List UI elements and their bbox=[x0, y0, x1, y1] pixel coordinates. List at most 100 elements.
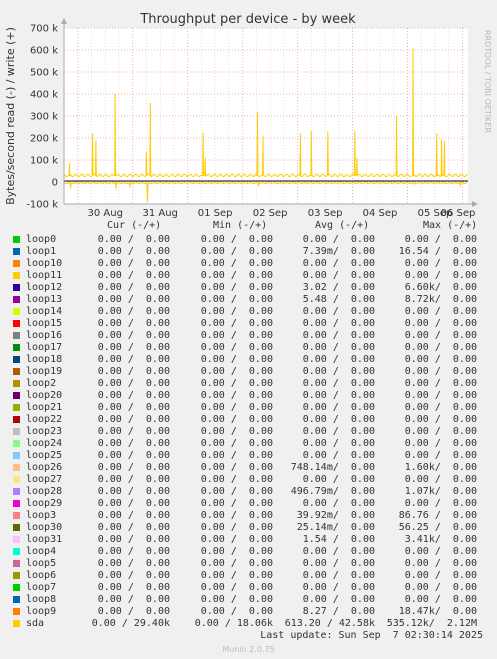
legend-max-value: 0.00 / 0.00 bbox=[404, 354, 477, 365]
rrdtool-side-label: RRDTOOL / TOBI OETIKER bbox=[483, 30, 492, 133]
legend-device-name: loop10 bbox=[26, 258, 63, 269]
legend-max-value: 0.00 / 0.00 bbox=[404, 306, 477, 317]
legend-min-value: 0.00 / 0.00 bbox=[200, 282, 273, 293]
legend-avg-value: 39.92m/ 0.00 bbox=[296, 510, 375, 521]
legend-row: loop0 0.00 / 0.00 0.00 / 0.00 0.00 / 0.00 0.… bbox=[0, 234, 497, 246]
legend-cur-value: 0.00 / 0.00 bbox=[97, 498, 170, 509]
legend-min-value: 0.00 / 0.00 bbox=[200, 402, 273, 413]
legend-swatch bbox=[13, 620, 20, 627]
throughput-chart: Throughput per device - by week RRDTOOL … bbox=[4, 12, 492, 219]
legend-swatch bbox=[13, 536, 20, 543]
legend-swatch bbox=[13, 236, 20, 243]
legend-min-value: 0.00 / 0.00 bbox=[200, 258, 273, 269]
legend-device-name: loop4 bbox=[26, 546, 57, 557]
legend-swatch bbox=[13, 260, 20, 267]
legend-max-value: 86.76 / 0.00 bbox=[398, 510, 477, 521]
legend-min-value: 0.00 / 0.00 bbox=[200, 594, 273, 605]
legend-max-value: 3.41k/ 0.00 bbox=[404, 534, 477, 545]
legend-max-value: 0.00 / 0.00 bbox=[404, 582, 477, 593]
x-tick-label: 30 Aug bbox=[88, 208, 123, 219]
legend-min-value: 0.00 / 0.00 bbox=[200, 354, 273, 365]
legend-max-value: 0.00 / 0.00 bbox=[404, 378, 477, 389]
last-update: Last update: Sun Sep 7 02:30:14 2025 bbox=[260, 630, 483, 641]
legend-max-value: 0.00 / 0.00 bbox=[404, 558, 477, 569]
legend-min-value: 0.00 / 0.00 bbox=[200, 558, 273, 569]
legend-row: loop6 0.00 / 0.00 0.00 / 0.00 0.00 / 0.00 0.… bbox=[0, 570, 497, 582]
legend-max-value: 8.72k/ 0.00 bbox=[404, 294, 477, 305]
legend-min-value: 0.00 / 0.00 bbox=[200, 366, 273, 377]
legend-row: loop16 0.00 / 0.00 0.00 / 0.00 0.00 / 0.00 0… bbox=[0, 330, 497, 342]
legend-min-value: 0.00 / 0.00 bbox=[200, 606, 273, 617]
legend-max-value: 0.00 / 0.00 bbox=[404, 330, 477, 341]
y-tick-label: 600 k bbox=[30, 46, 58, 57]
legend-cur-value: 0.00 / 0.00 bbox=[97, 534, 170, 545]
legend-avg-value: 0.00 / 0.00 bbox=[302, 414, 375, 425]
legend-row: sda 0.00 / 29.40k 0.00 / 18.06k 613.20 / 42… bbox=[0, 618, 497, 630]
legend-avg-value: 0.00 / 0.00 bbox=[302, 378, 375, 389]
legend-device-name: loop8 bbox=[26, 594, 57, 605]
legend-row: loop12 0.00 / 0.00 0.00 / 0.00 3.02 / 0.00 6… bbox=[0, 282, 497, 294]
legend-max-value: 0.00 / 0.00 bbox=[404, 546, 477, 557]
y-tick-label: 500 k bbox=[30, 68, 58, 79]
legend-cur-value: 0.00 / 0.00 bbox=[97, 342, 170, 353]
legend-min-value: 0.00 / 0.00 bbox=[200, 330, 273, 341]
legend-table: loop0 0.00 / 0.00 0.00 / 0.00 0.00 / 0.00 0.… bbox=[0, 234, 497, 630]
legend-cur-value: 0.00 / 0.00 bbox=[97, 258, 170, 269]
legend-device-name: loop20 bbox=[26, 390, 63, 401]
legend-avg-value: 25.14m/ 0.00 bbox=[296, 522, 375, 533]
legend-cur-value: 0.00 / 0.00 bbox=[97, 462, 170, 473]
legend-avg-value: 748.14m/ 0.00 bbox=[290, 462, 375, 473]
y-tick-label: 700 k bbox=[30, 24, 58, 35]
legend-cur-value: 0.00 / 0.00 bbox=[97, 558, 170, 569]
legend-min-value: 0.00 / 0.00 bbox=[200, 378, 273, 389]
legend-min-value: 0.00 / 0.00 bbox=[200, 474, 273, 485]
legend-row: loop17 0.00 / 0.00 0.00 / 0.00 0.00 / 0.00 0… bbox=[0, 342, 497, 354]
legend-row: loop11 0.00 / 0.00 0.00 / 0.00 0.00 / 0.00 0… bbox=[0, 270, 497, 282]
legend-device-name: loop12 bbox=[26, 282, 63, 293]
legend-row: loop31 0.00 / 0.00 0.00 / 0.00 1.54 / 0.00 3… bbox=[0, 534, 497, 546]
legend-row: loop24 0.00 / 0.00 0.00 / 0.00 0.00 / 0.00 0… bbox=[0, 438, 497, 450]
legend-min-value: 0.00 / 0.00 bbox=[200, 342, 273, 353]
y-tick-label: 400 k bbox=[30, 90, 58, 101]
y-axis-ticks: -100 k 0 100 k 200 k 300 k 400 k 500 k 600 k 700… bbox=[26, 24, 58, 211]
legend-min-value: 0.00 / 0.00 bbox=[200, 390, 273, 401]
legend-max-value: 0.00 / 0.00 bbox=[404, 258, 477, 269]
legend-max-value: 0.00 / 0.00 bbox=[404, 438, 477, 449]
legend-device-name: loop2 bbox=[26, 378, 57, 389]
legend-avg-value: 0.00 / 0.00 bbox=[302, 390, 375, 401]
legend-swatch bbox=[13, 488, 20, 495]
legend-swatch bbox=[13, 320, 20, 327]
x-tick-label: 04 Sep bbox=[363, 208, 398, 219]
legend-cur-value: 0.00 / 0.00 bbox=[97, 570, 170, 581]
legend-min-value: 0.00 / 0.00 bbox=[200, 462, 273, 473]
legend-device-name: loop16 bbox=[26, 330, 63, 341]
legend-cur-value: 0.00 / 0.00 bbox=[97, 282, 170, 293]
legend-avg-value: 0.00 / 0.00 bbox=[302, 546, 375, 557]
legend-device-name: loop6 bbox=[26, 570, 57, 581]
legend-max-value: 0.00 / 0.00 bbox=[404, 498, 477, 509]
legend-swatch bbox=[13, 608, 20, 615]
legend-avg-value: 0.00 / 0.00 bbox=[302, 366, 375, 377]
legend-cur-value: 0.00 / 0.00 bbox=[97, 234, 170, 245]
legend-max-value: 6.60k/ 0.00 bbox=[404, 282, 477, 293]
x-tick-label: 31 Aug bbox=[142, 208, 177, 219]
legend-max-value: 0.00 / 0.00 bbox=[404, 318, 477, 329]
legend-row: loop2 0.00 / 0.00 0.00 / 0.00 0.00 / 0.00 0.… bbox=[0, 378, 497, 390]
legend-min-value: 0.00 / 0.00 bbox=[200, 582, 273, 593]
legend-max-value: 0.00 / 0.00 bbox=[404, 426, 477, 437]
legend-avg-value: 0.00 / 0.00 bbox=[302, 498, 375, 509]
legend-swatch bbox=[13, 344, 20, 351]
legend-max-value: 0.00 / 0.00 bbox=[404, 450, 477, 461]
legend-cur-value: 0.00 / 0.00 bbox=[97, 366, 170, 377]
legend-col-avg: Avg (-/+) bbox=[315, 220, 370, 231]
legend-col-cur: Cur (-/+) bbox=[107, 220, 162, 231]
legend-min-value: 0.00 / 0.00 bbox=[200, 438, 273, 449]
legend-swatch bbox=[13, 596, 20, 603]
y-axis-arrow-icon bbox=[61, 18, 67, 24]
legend-cur-value: 0.00 / 0.00 bbox=[97, 486, 170, 497]
legend-min-value: 0.00 / 0.00 bbox=[200, 486, 273, 497]
legend-swatch bbox=[13, 392, 20, 399]
legend-cur-value: 0.00 / 0.00 bbox=[97, 426, 170, 437]
legend-max-value: 0.00 / 0.00 bbox=[404, 342, 477, 353]
legend-avg-value: 1.54 / 0.00 bbox=[302, 534, 375, 545]
